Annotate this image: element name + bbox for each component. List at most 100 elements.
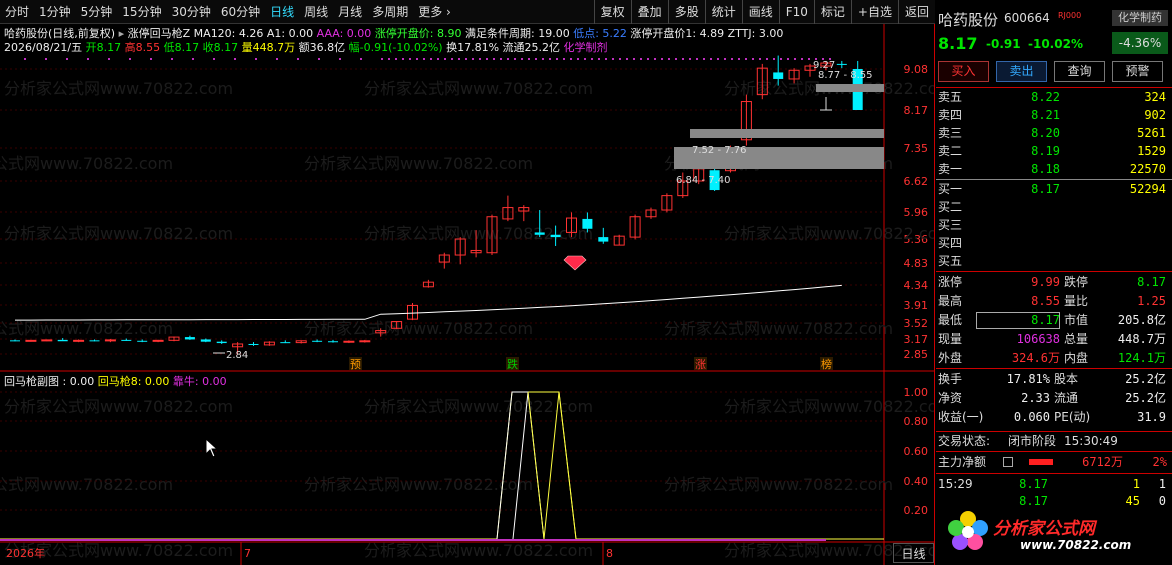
bid-row[interactable]: 买五 [936,253,1172,270]
bid-row[interactable]: 买四 [936,235,1172,252]
bid-row[interactable]: 买一 8.17 52294 [936,181,1172,198]
bid-row[interactable]: 买三 [936,217,1172,234]
signal-dot [626,58,628,60]
period-tab-weekly[interactable]: 周线 [299,0,333,24]
f10-button[interactable]: F10 [778,0,814,24]
event-tag: 预 [350,358,361,371]
industry-change-pct: -4.36% [1112,32,1168,54]
watermark-text: 分析家公式网www.70822.com [724,224,934,243]
signal-dot [45,58,47,60]
add-watchlist-button[interactable]: +自选 [850,0,898,24]
ask-row[interactable]: 卖三 8.20 5261 [936,125,1172,142]
overlay-button[interactable]: 叠加 [630,0,668,24]
candle-body [200,339,211,342]
alert-button[interactable]: 预警 [1112,61,1163,82]
price-axis-label: 4.83 [904,257,929,270]
stat-label: 最高 [938,294,963,308]
period-tab-fenshi[interactable]: 分时 [0,0,34,24]
query-button[interactable]: 查询 [1054,61,1105,82]
zttj-label: ZTTJ: 3.00 [727,27,784,40]
ask-price: 8.18 [1031,162,1060,176]
main-flow-label: 主力净额 [938,455,987,469]
period-tag[interactable]: 日线 [893,543,934,563]
list-icon[interactable] [1003,457,1013,467]
watermark-text: 分析家公式网www.70822.com [724,397,934,416]
signal-dot [472,58,474,60]
stat-value: 0.060 [1013,410,1050,424]
adjust-button[interactable]: 复权 [593,0,631,24]
industry-tag[interactable]: 化学制药 [1112,10,1168,26]
period-tab-30min[interactable]: 30分钟 [167,0,216,24]
zt-open1-label: 涨停开盘价1: 4.89 [630,27,725,40]
bid-label: 买二 [938,200,963,214]
signal-dot [710,58,712,60]
signal-dot [234,58,236,60]
stat-label: 总量 [1064,332,1089,346]
mark-button[interactable]: 标记 [813,0,851,24]
bid-row[interactable]: 买二 [936,199,1172,216]
back-button[interactable]: 返回 [897,0,935,24]
signal-dot [486,58,488,60]
trade-time: 15:30:49 [1064,434,1118,448]
signal-dot [675,58,677,60]
event-tag: 榜 [821,357,832,371]
candle-body [534,232,545,235]
candle-body [312,340,323,342]
peak-label: 9.27 [813,60,835,71]
candle-body [184,337,195,340]
signal-dot [129,58,131,60]
signal-dot [318,58,320,60]
watermark-text: 分析家公式网www.70822.com [0,154,173,173]
quote-panel: 哈药股份 600664 RJ000 化学制药 8.17 -0.91 -10.02… [936,0,1172,565]
main-flow-row: 主力净额 6712万 2% [936,454,1172,471]
ask-row[interactable]: 卖五 8.22 324 [936,89,1172,106]
kline-chart-area[interactable]: 9.08 8.17 7.35 6.62 5.96 5.36 4.83 4.34 3.91 3.52… [0,24,935,565]
subchart-title[interactable]: 回马枪副图 : 0.00 [4,375,94,388]
signal-dot [535,58,537,60]
signal-dot [661,58,663,60]
watermark-text: 分析家公式网www.70822.com [4,224,233,243]
stat-value: 2.33 [1021,391,1050,405]
ask-row[interactable]: 卖四 8.21 902 [936,107,1172,124]
close-label: 收8.17 [202,41,239,54]
watermark-text: 分析家公式网www.70822.com [4,79,233,98]
signal-dot [402,58,404,60]
signal-dot [668,58,670,60]
ask-row[interactable]: 卖二 8.19 1529 [936,143,1172,160]
stats-button[interactable]: 统计 [704,0,742,24]
signal-dot [619,58,621,60]
multi-stock-button[interactable]: 多股 [667,0,705,24]
kline-chart-svg[interactable]: 9.088.177.356.625.965.364.834.343.913.52… [0,24,934,565]
signal-dot [521,58,523,60]
period-tab-15min[interactable]: 15分钟 [117,0,166,24]
signal-dot [766,58,768,60]
watermark-text: 分析家公式网www.70822.com [364,79,593,98]
stat-label: 换手 [938,372,963,386]
period-tab-monthly[interactable]: 月线 [333,0,367,24]
period-tab-more[interactable]: 更多 › [413,0,456,24]
signal-dot [430,58,432,60]
more-label: 更多 [418,4,443,19]
watermark-text: 分析家公式网www.70822.com [4,397,233,416]
period-tab-1min[interactable]: 1分钟 [34,0,76,24]
flower-logo-icon [948,511,988,550]
candle-body [836,63,847,65]
candle-body [25,339,37,342]
period-tab-60min[interactable]: 60分钟 [216,0,265,24]
signal-dot [577,58,579,60]
signal-dot [514,58,516,60]
divider [936,431,1172,432]
signal-dot [598,58,600,60]
stat-label: 市值 [1064,313,1089,327]
logo-text: 分析家公式网 [993,519,1095,539]
period-tab-daily[interactable]: 日线 [265,0,299,24]
buy-button[interactable]: 买入 [938,61,989,82]
period-tab-5min[interactable]: 5分钟 [76,0,118,24]
draw-line-button[interactable]: 画线 [741,0,779,24]
signal-dot [549,58,551,60]
mouse-cursor-icon [205,438,219,458]
sell-button[interactable]: 卖出 [996,61,1047,82]
candle-body [598,237,609,242]
ask-row[interactable]: 卖一 8.18 22570 [936,161,1172,178]
period-tab-multi[interactable]: 多周期 [367,0,413,24]
